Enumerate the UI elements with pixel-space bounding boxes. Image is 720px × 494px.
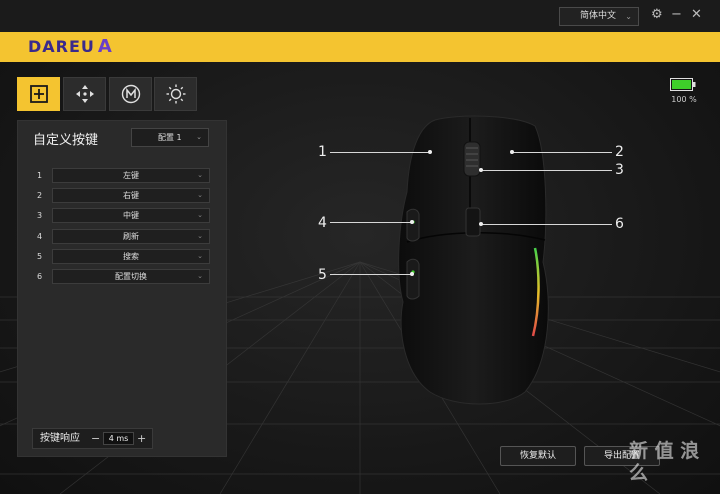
key-assign-value: 刷新 <box>123 232 139 241</box>
callout-dot <box>410 272 414 276</box>
chevron-down-icon: ⌄ <box>197 191 203 199</box>
key-response-label: 按键响应 <box>40 433 80 444</box>
logo-text: DAREU <box>28 37 95 56</box>
decrease-button[interactable]: − <box>91 429 100 448</box>
key-number: 6 <box>37 272 43 281</box>
callout-line <box>330 274 412 275</box>
callout-line <box>481 170 612 171</box>
key-assign-value: 中键 <box>123 211 139 220</box>
key-row: 2 右键 ⌄ <box>18 188 228 203</box>
tab-lighting[interactable] <box>154 77 197 111</box>
key-row: 1 左键 ⌄ <box>18 168 228 183</box>
callout-6: 6 <box>615 216 624 232</box>
key-row: 4 刷新 ⌄ <box>18 229 228 244</box>
dareu-logo: DAREU A <box>28 36 113 58</box>
key-number: 3 <box>37 211 43 220</box>
increase-button[interactable]: + <box>137 429 146 448</box>
key-assign-select[interactable]: 中键 ⌄ <box>52 208 210 223</box>
callout-dot <box>428 150 432 154</box>
battery-percent: 100 % <box>671 95 697 104</box>
key-assign-select[interactable]: 刷新 ⌄ <box>52 229 210 244</box>
callout-line <box>330 152 430 153</box>
logo-mark: A <box>97 36 113 57</box>
key-row: 3 中键 ⌄ <box>18 208 228 223</box>
chevron-down-icon: ⌄ <box>197 232 203 240</box>
tab-custom-keys[interactable] <box>17 77 60 111</box>
chevron-down-icon: ⌄ <box>197 211 203 219</box>
sun-icon <box>166 84 185 104</box>
key-row: 6 配置切换 ⌄ <box>18 269 228 284</box>
chevron-down-icon: ⌄ <box>197 252 203 260</box>
key-assign-value: 配置切换 <box>115 272 147 281</box>
mouse-illustration <box>398 115 549 405</box>
chevron-down-icon: ⌄ <box>197 272 203 280</box>
key-number: 2 <box>37 191 43 200</box>
callout-1: 1 <box>318 144 327 160</box>
tab-dpi[interactable] <box>63 77 106 111</box>
panel-title: 自定义按键 <box>33 133 99 148</box>
language-value: 简体中文 <box>580 11 617 21</box>
chevron-down-icon: ⌄ <box>625 12 632 21</box>
chevron-down-icon: ⌄ <box>197 171 203 179</box>
key-assign-value: 右键 <box>123 191 139 200</box>
key-row: 5 搜索 ⌄ <box>18 249 228 264</box>
profile-value: 配置 1 <box>158 133 182 142</box>
gear-icon[interactable]: ⚙ <box>651 6 663 24</box>
key-response-control: 按键响应 − 4 ms + <box>32 428 153 449</box>
key-assign-select[interactable]: 左键 ⌄ <box>52 168 210 183</box>
callout-line <box>481 224 612 225</box>
callout-line <box>512 152 612 153</box>
callout-dot <box>479 222 483 226</box>
key-number: 4 <box>37 232 43 241</box>
profile-select[interactable]: 配置 1 ⌄ <box>131 128 209 147</box>
restore-default-button[interactable]: 恢复默认 <box>500 446 576 466</box>
key-assign-select[interactable]: 右键 ⌄ <box>52 188 210 203</box>
key-assign-select[interactable]: 搜索 ⌄ <box>52 249 210 264</box>
key-number: 1 <box>37 171 43 180</box>
tab-macro[interactable] <box>109 77 152 111</box>
watermark: 新 值 浪 么 <box>629 440 700 484</box>
key-assign-value: 搜索 <box>123 252 139 261</box>
callout-dot <box>510 150 514 154</box>
custom-keys-panel: 自定义按键 配置 1 ⌄ 1 左键 ⌄ 2 右键 ⌄ 3 中键 ⌄ 4 刷新 ⌄… <box>17 120 227 457</box>
callout-3: 3 <box>615 162 624 178</box>
callout-dot <box>479 168 483 172</box>
key-number: 5 <box>37 252 43 261</box>
callout-line <box>330 222 412 223</box>
language-select[interactable]: 简体中文 ⌄ <box>559 7 639 26</box>
key-response-value[interactable]: 4 ms <box>103 432 134 445</box>
callout-4: 4 <box>318 215 327 231</box>
key-assign-value: 左键 <box>123 171 139 180</box>
macro-m-icon <box>121 84 140 104</box>
minimize-icon[interactable]: − <box>671 6 682 24</box>
callout-5: 5 <box>318 267 327 283</box>
battery-icon <box>670 78 696 91</box>
key-assign-select[interactable]: 配置切换 ⌄ <box>52 269 210 284</box>
close-icon[interactable]: ✕ <box>691 6 702 24</box>
callout-dot <box>410 220 414 224</box>
callout-2: 2 <box>615 144 624 160</box>
move-arrows-icon <box>75 85 94 103</box>
chevron-down-icon: ⌄ <box>196 133 202 141</box>
plus-square-icon <box>29 85 48 103</box>
